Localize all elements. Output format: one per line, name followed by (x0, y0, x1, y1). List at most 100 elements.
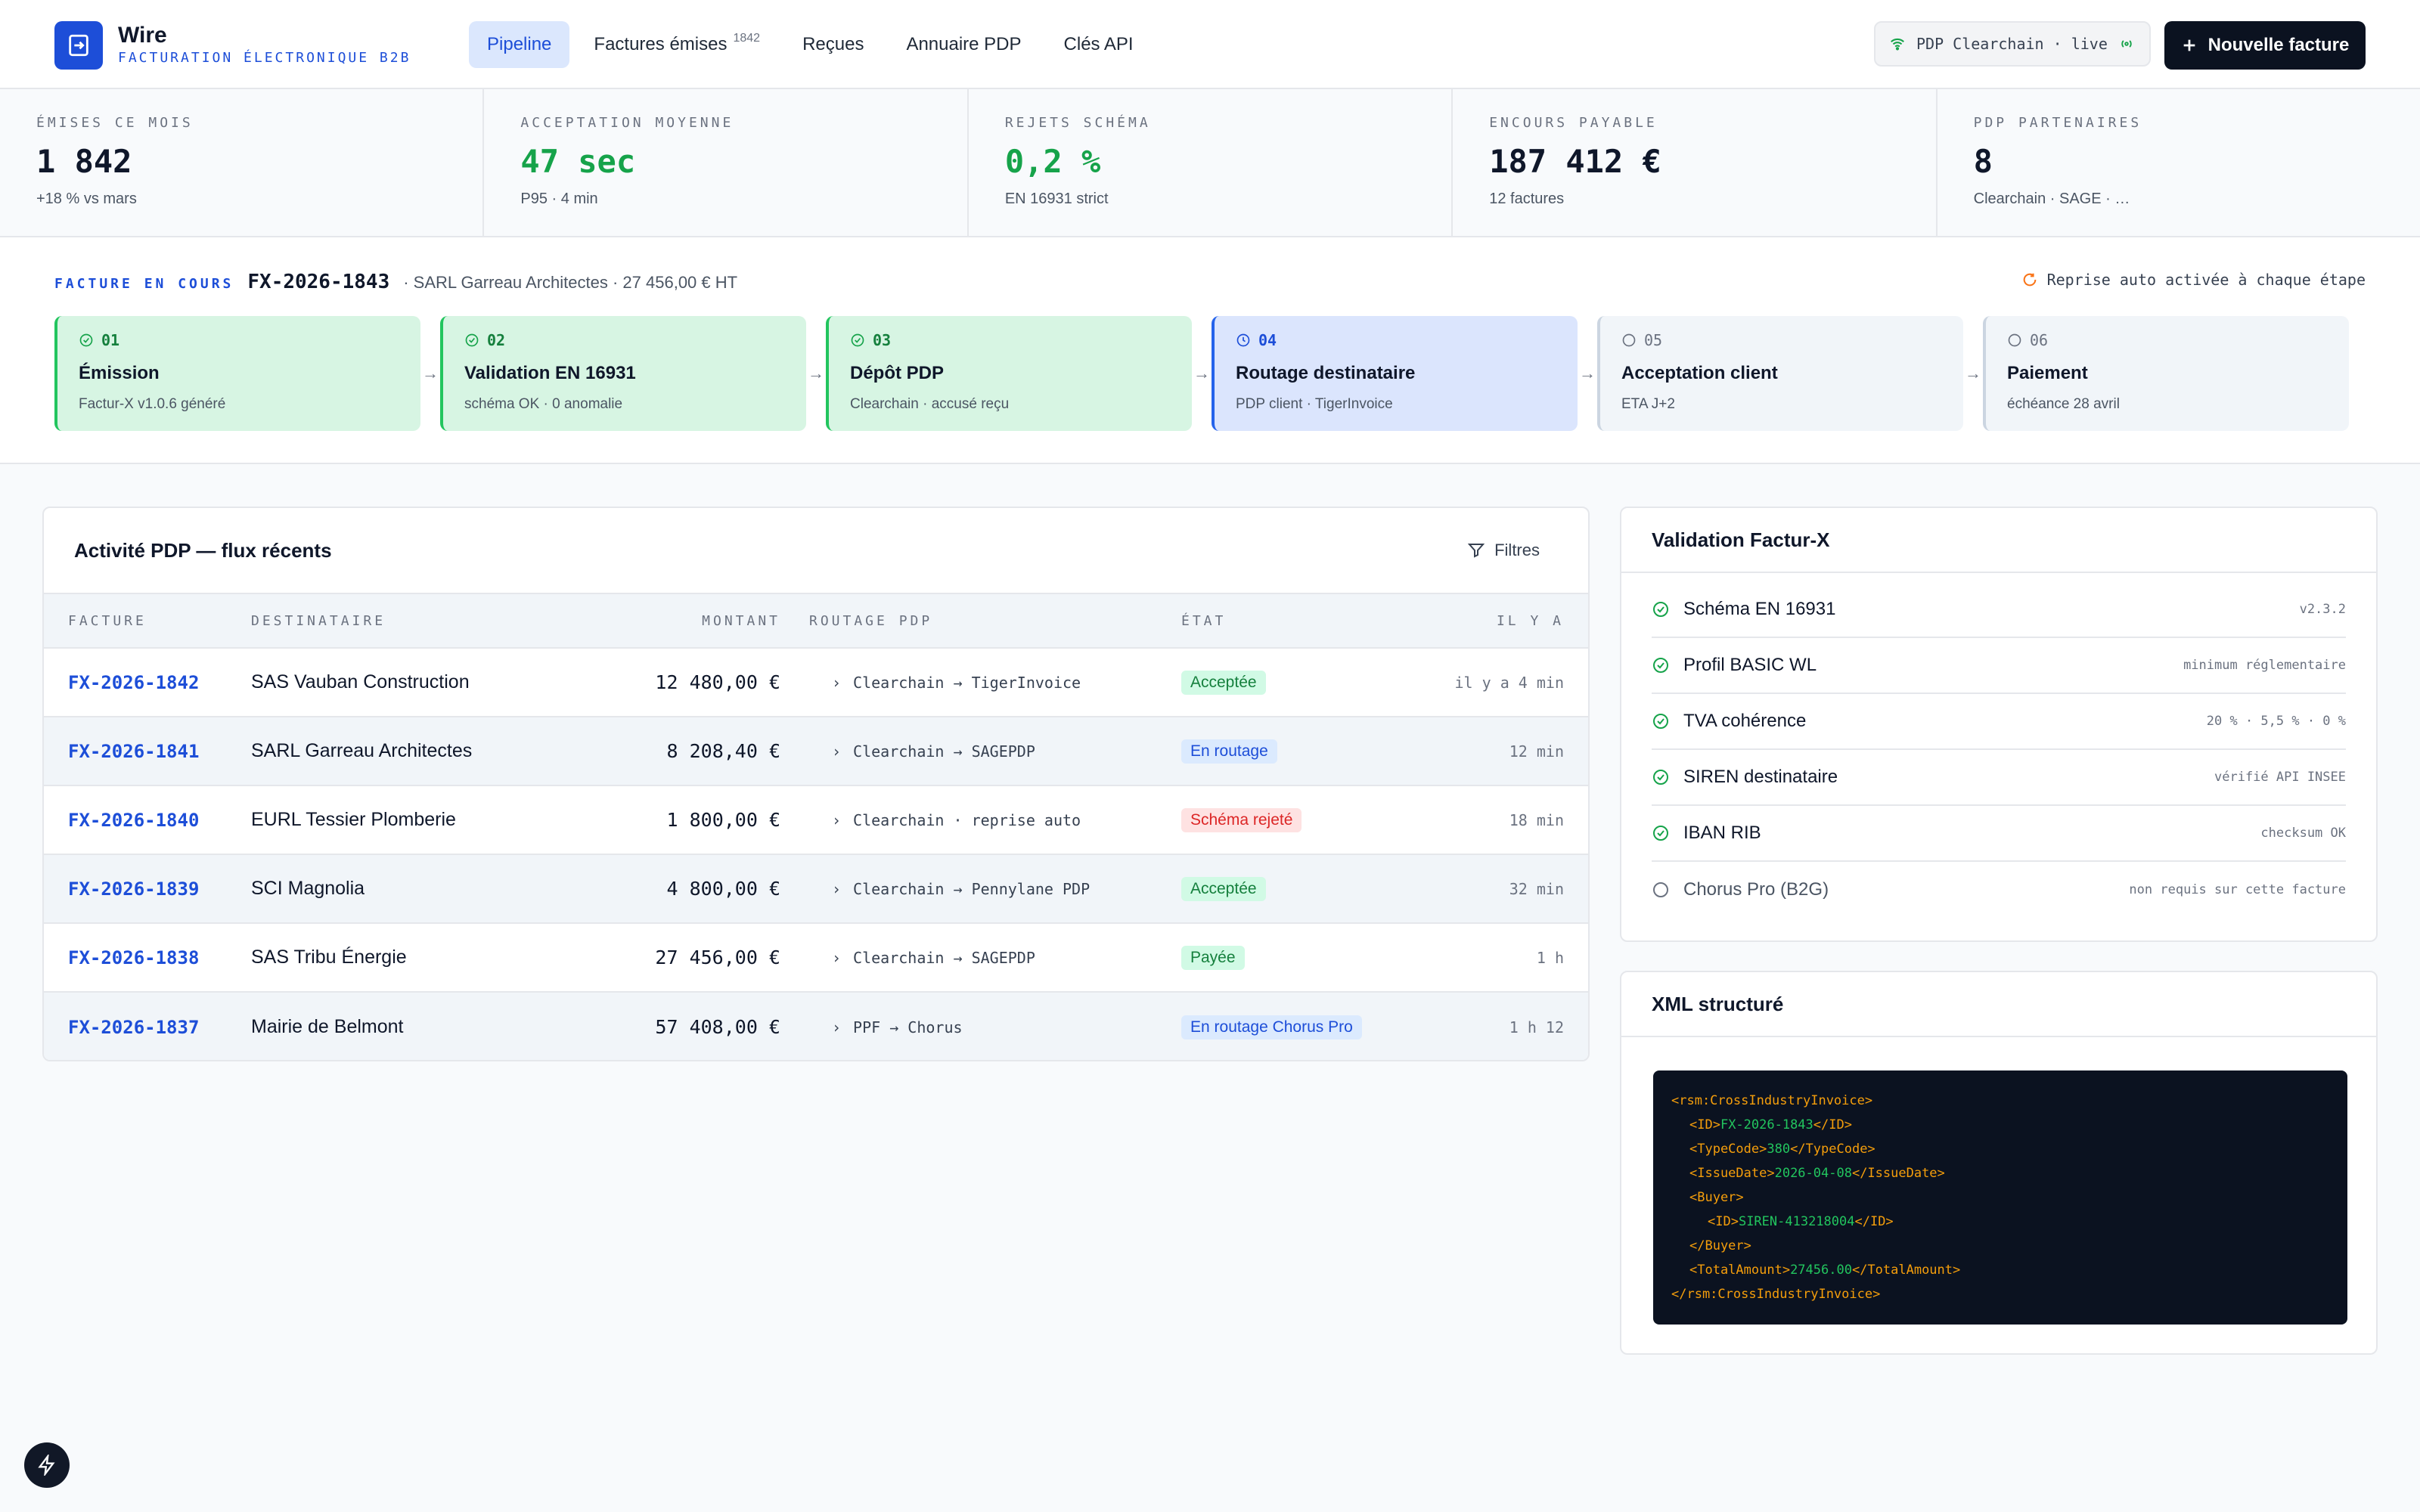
route-text: Clearchain → Pennylane PDP (853, 879, 1091, 898)
table-row[interactable]: FX-2026-1839 SCI Magnolia 4 800,00 € › Cl… (44, 855, 1588, 924)
arrow-right-icon: → (1193, 364, 1210, 383)
recipient: SARL Garreau Architectes (251, 740, 473, 761)
empty-circle-icon (1622, 333, 1636, 347)
main-nav: Pipeline Factures émises 1842 Reçues Annu… (469, 21, 1152, 68)
step-num-text: 05 (1644, 331, 1663, 349)
nav-label: Clés API (1063, 34, 1134, 54)
step-acceptation[interactable]: 05 Acceptation client ETA J+2 (1597, 316, 1963, 431)
status-badge: Acceptée (1181, 876, 1266, 901)
filters-button[interactable]: Filtres (1449, 529, 1558, 572)
step-sub: schéma OK · 0 anomalie (464, 396, 623, 412)
step-number: 03 (850, 331, 1171, 349)
amount: 1 800,00 € (666, 809, 780, 831)
check-circle-icon (1653, 826, 1668, 841)
col-montant[interactable]: MONTANT (576, 613, 780, 629)
xml-type-code: 380 (1767, 1142, 1791, 1157)
validation-header: Validation Factur-X (1621, 508, 2376, 573)
validation-label: IBAN RIB (1683, 823, 1761, 843)
col-il-y-a[interactable]: IL Y A (1446, 613, 1588, 629)
invoice-id-link[interactable]: FX-2026-1837 (68, 1017, 199, 1038)
xml-total-amount: 27456.00 (1790, 1263, 1852, 1278)
step-number: 02 (464, 331, 785, 349)
app-name: Wire (118, 23, 167, 48)
amount: 27 456,00 € (655, 947, 780, 968)
table-row[interactable]: FX-2026-1837 Mairie de Belmont 57 408,00… (44, 993, 1588, 1060)
invoice-id-link[interactable]: FX-2026-1839 (68, 878, 199, 900)
col-facture[interactable]: FACTURE (44, 613, 251, 629)
invoice-id-link[interactable]: FX-2026-1838 (68, 947, 199, 968)
validation-detail: 20 % · 5,5 % · 0 % (2206, 714, 2346, 729)
nav-annuaire-pdp[interactable]: Annuaire PDP (888, 21, 1039, 68)
col-etat[interactable]: ÉTAT (1143, 613, 1446, 629)
activity-title: Activité PDP — flux récents (74, 538, 332, 562)
route-text: Clearchain → SAGEPDP (853, 742, 1035, 761)
col-routage[interactable]: ROUTAGE PDP (780, 613, 1143, 629)
nav-cles-api[interactable]: Clés API (1046, 21, 1152, 68)
time-ago: 1 h 12 (1509, 1018, 1564, 1036)
invoice-id-link[interactable]: FX-2026-1841 (68, 741, 199, 762)
amount: 4 800,00 € (666, 878, 780, 900)
new-invoice-label: Nouvelle facture (2207, 35, 2350, 55)
amount: 57 408,00 € (655, 1016, 780, 1038)
validation-title: Validation Factur-X (1652, 528, 1830, 551)
validation-item: SIREN destinataire vérifié API INSEE (1652, 750, 2346, 806)
step-num-text: 04 (1258, 331, 1277, 349)
nav-pipeline[interactable]: Pipeline (469, 21, 570, 68)
step-number: 05 (1621, 331, 1942, 349)
step-num-text: 03 (873, 331, 892, 349)
route: › Clearchain · reprise auto (832, 811, 1143, 829)
quick-action-button[interactable] (24, 1442, 70, 1488)
route: › PPF → Chorus (832, 1018, 1143, 1036)
xml-header: XML structuré (1621, 972, 2376, 1037)
check-circle-icon (1653, 658, 1668, 673)
table-row[interactable]: FX-2026-1840 EURL Tessier Plomberie 1 80… (44, 786, 1588, 855)
xml-code-block[interactable]: <rsm:CrossIndustryInvoice> <ID>FX-2026-1… (1653, 1070, 2347, 1325)
col-destinataire[interactable]: DESTINATAIRE (251, 613, 576, 629)
stat-sub: 12 factures (1489, 191, 1565, 207)
chevron-right-icon: › (832, 879, 842, 898)
stat-label: ÉMISES CE MOIS (36, 115, 194, 131)
step-number: 01 (79, 331, 399, 349)
stat-sub: P95 · 4 min (520, 191, 598, 207)
validation-label: Chorus Pro (B2G) (1683, 879, 1829, 900)
stat-value: 1 842 (36, 143, 132, 180)
pipeline-invoice-id[interactable]: FX-2026-1843 (247, 271, 389, 293)
stat-sub: Clearchain · SAGE · … (1973, 191, 2130, 207)
step-sub: échéance 28 avril (2007, 396, 2120, 412)
activity-card: Activité PDP — flux récents Filtres FACT… (42, 507, 1590, 1061)
table-row[interactable]: FX-2026-1841 SARL Garreau Architectes 8 … (44, 717, 1588, 786)
invoice-id-link[interactable]: FX-2026-1840 (68, 810, 199, 831)
invoice-id-link[interactable]: FX-2026-1842 (68, 672, 199, 693)
step-depot-pdp[interactable]: 03 Dépôt PDP Clearchain · accusé reçu (826, 316, 1192, 431)
xml-id: FX-2026-1843 (1720, 1117, 1813, 1132)
validation-card: Validation Factur-X Schéma EN 16931 v2.3… (1620, 507, 2378, 942)
step-paiement[interactable]: 06 Paiement échéance 28 avril (1983, 316, 2349, 431)
time-ago: 1 h (1536, 948, 1564, 967)
step-validation[interactable]: 02 Validation EN 16931 schéma OK · 0 ano… (440, 316, 806, 431)
table-row[interactable]: FX-2026-1838 SAS Tribu Énergie 27 456,00… (44, 924, 1588, 993)
step-sub: Factur-X v1.0.6 généré (79, 396, 226, 412)
app-logo[interactable] (54, 21, 103, 70)
empty-circle-icon (2008, 333, 2021, 347)
nav-count-badge: 1842 (733, 32, 761, 45)
validation-label: Profil BASIC WL (1683, 655, 1817, 675)
recipient: Mairie de Belmont (251, 1016, 404, 1037)
auto-retry-label: Reprise auto activée à chaque étape (2046, 271, 2366, 289)
validation-item: IBAN RIB checksum OK (1652, 806, 2346, 862)
validation-item: Schéma EN 16931 v2.3.2 (1652, 582, 2346, 638)
table-row[interactable]: FX-2026-1842 SAS Vauban Construction 12 … (44, 649, 1588, 717)
step-routage[interactable]: 04 Routage destinataire PDP client · Tig… (1212, 316, 1578, 431)
check-circle-icon (1653, 770, 1668, 785)
stat-encours: ENCOURS PAYABLE 187 412 € 12 factures (1453, 89, 1938, 236)
pdp-status-pill[interactable]: PDP Clearchain · live (1874, 21, 2151, 67)
step-emission[interactable]: 01 Émission Factur-X v1.0.6 généré (54, 316, 420, 431)
nav-factures-emises[interactable]: Factures émises 1842 (576, 21, 778, 68)
new-invoice-button[interactable]: Nouvelle facture (2164, 21, 2366, 70)
nav-recues[interactable]: Reçues (784, 21, 882, 68)
stat-value: 8 (1973, 143, 1993, 180)
filter-icon (1467, 544, 1485, 558)
check-circle-icon (1653, 714, 1668, 729)
step-num-text: 01 (101, 331, 120, 349)
current-invoice-pipeline: FACTURE EN COURS FX-2026-1843 · SARL Gar… (0, 237, 2420, 464)
stat-label: ACCEPTATION MOYENNE (520, 115, 734, 131)
